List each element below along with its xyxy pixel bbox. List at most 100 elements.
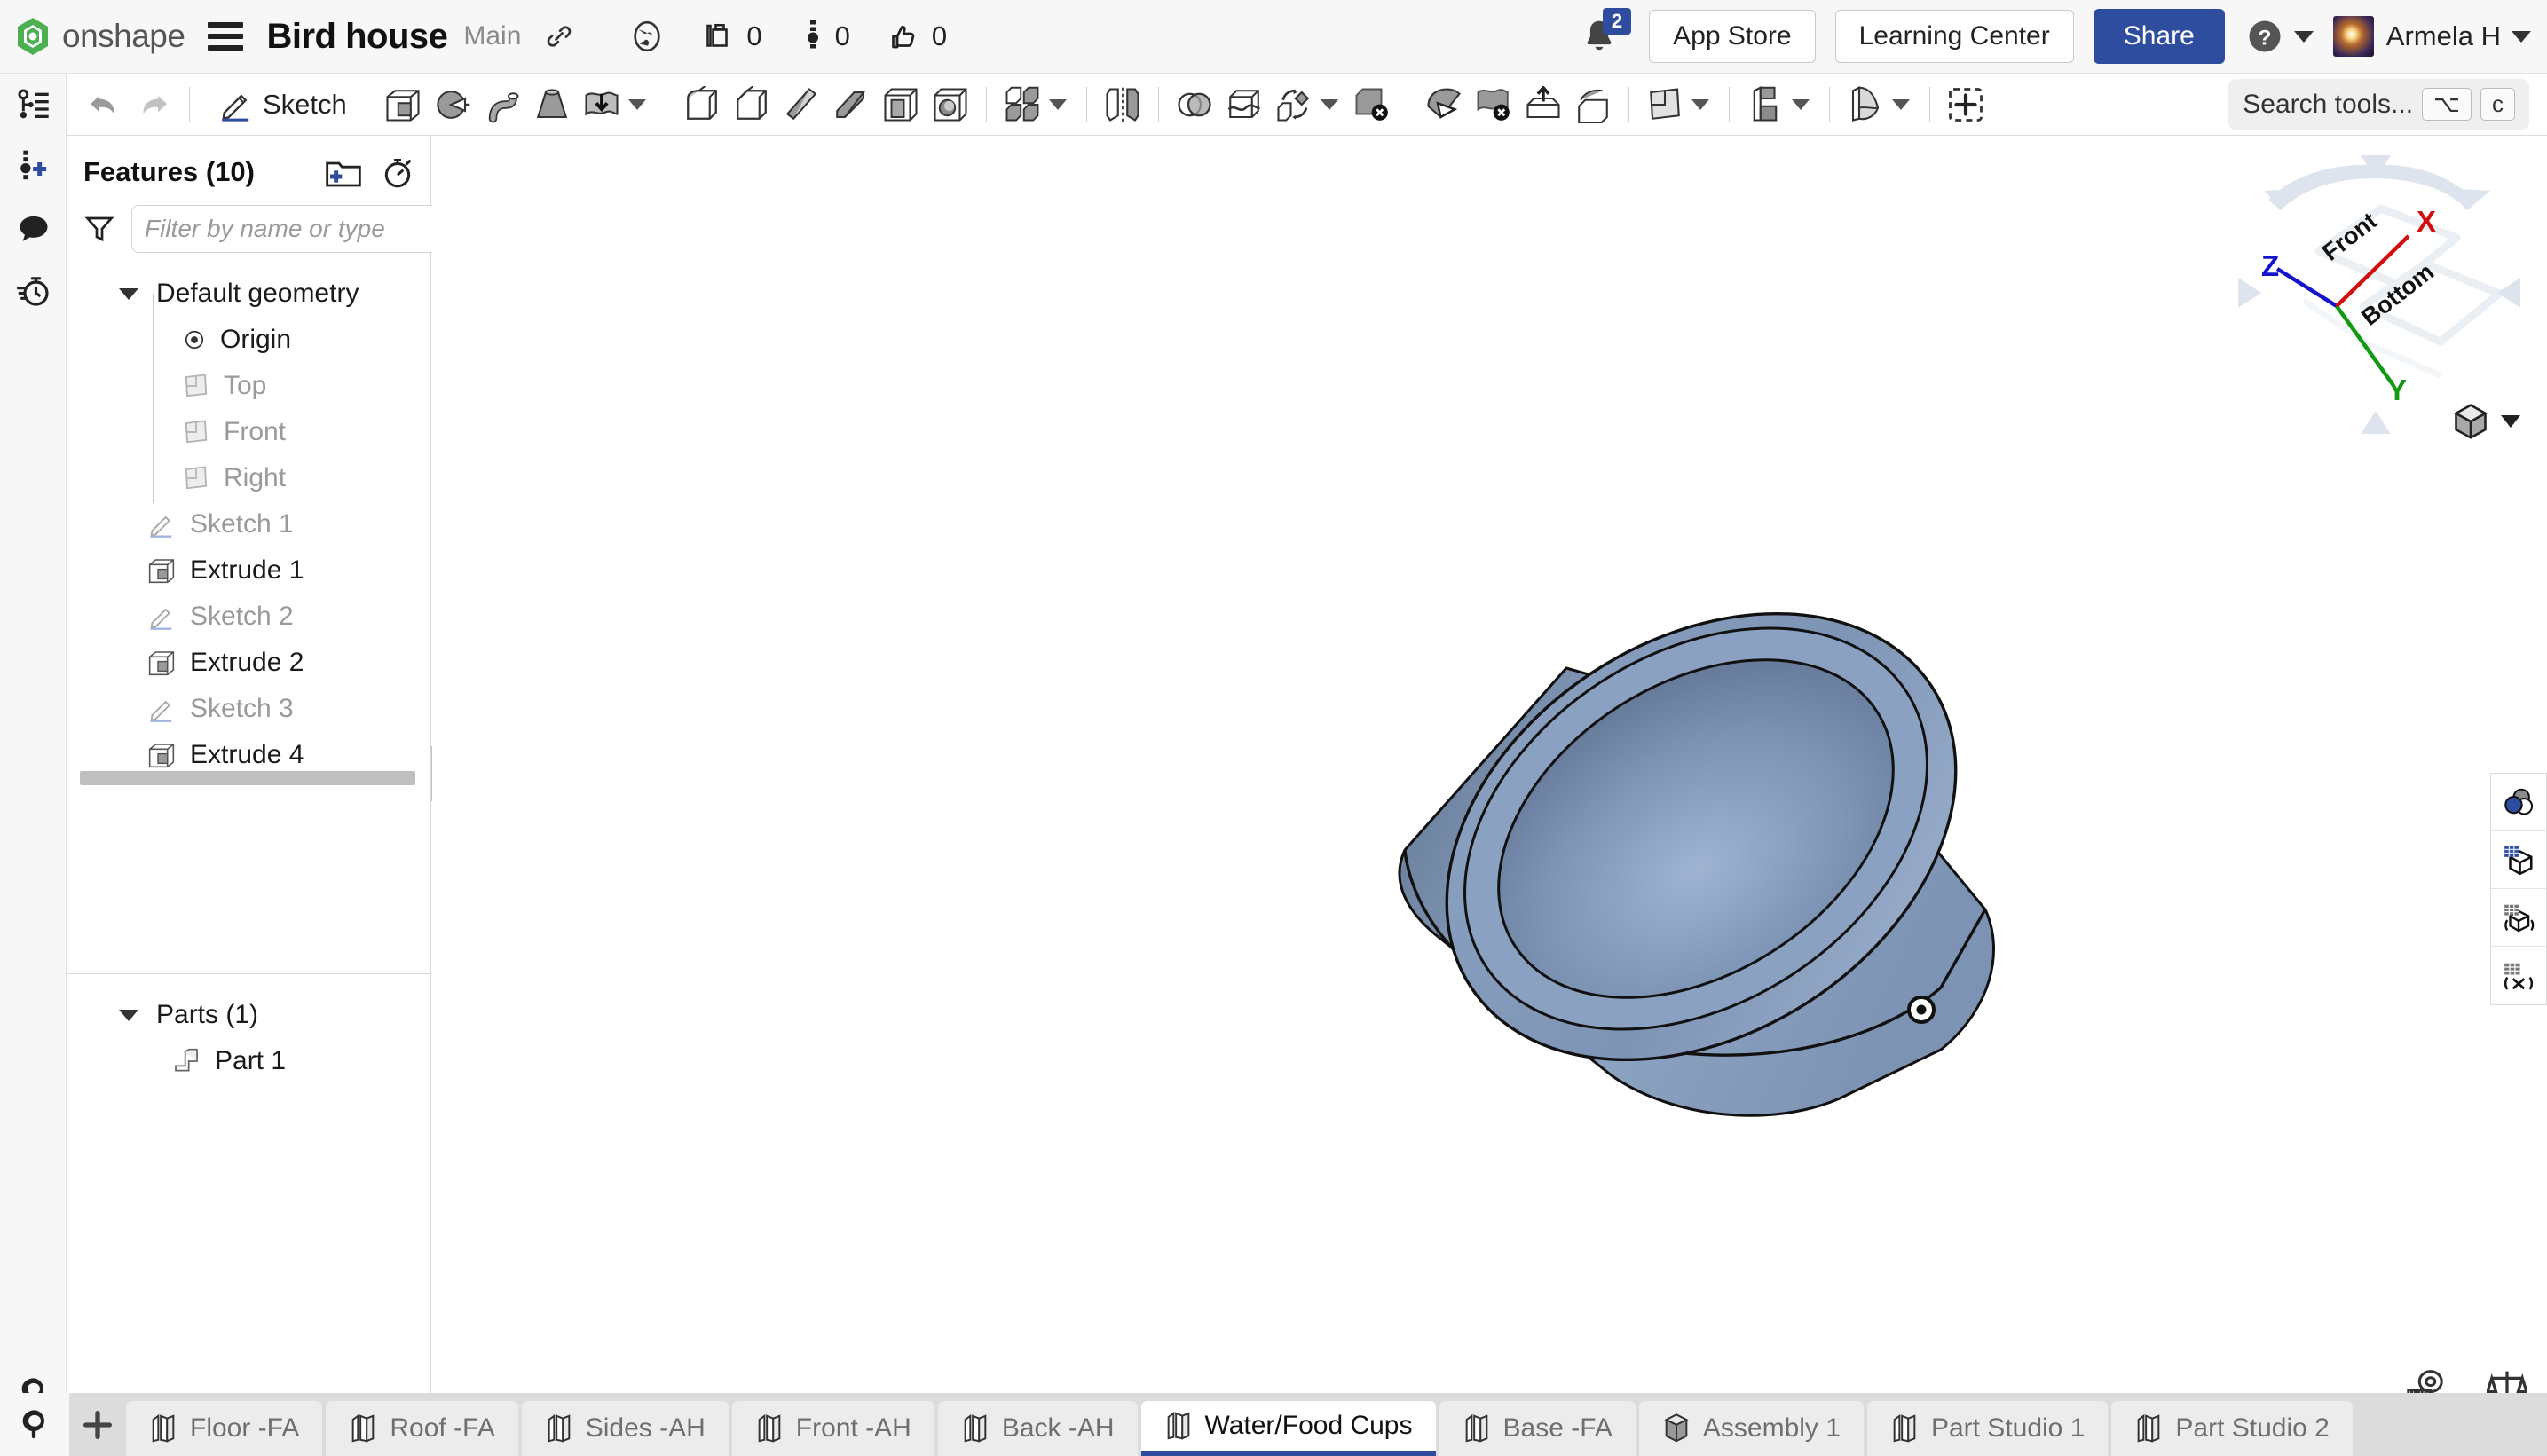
- likes-counter[interactable]: 0: [889, 20, 947, 52]
- sidebar-item-history[interactable]: [0, 260, 67, 322]
- tab-sides-ah[interactable]: Sides -AH: [522, 1401, 729, 1456]
- plane-chevron-down-icon[interactable]: [1691, 99, 1709, 110]
- add-tab-icon: [80, 1407, 115, 1443]
- variable-table-button[interactable]: [2491, 889, 2546, 947]
- tab-base-fa[interactable]: Base -FA: [1439, 1401, 1636, 1456]
- mirror-button[interactable]: [1098, 78, 1147, 131]
- cup-part-model[interactable]: [432, 136, 2547, 1421]
- parts-section-title: Parts (1): [156, 1000, 258, 1030]
- view-cube-face-front[interactable]: Front: [2317, 208, 2382, 266]
- tab-back-ah[interactable]: Back -AH: [938, 1401, 1138, 1456]
- tree-item-sketch-3[interactable]: Sketch 3: [67, 686, 430, 732]
- search-tools-button[interactable]: Search tools... ⌥ c: [2228, 79, 2529, 130]
- tree-item-front-plane[interactable]: Front: [67, 409, 430, 455]
- chamfer-button[interactable]: [727, 78, 777, 131]
- sidebar-item-comments[interactable]: [0, 198, 67, 260]
- sidebar-item-feature-list[interactable]: [0, 74, 67, 136]
- tree-item-sketch-2[interactable]: Sketch 2: [67, 594, 430, 640]
- rib-button[interactable]: [826, 78, 876, 131]
- features-filter-input[interactable]: [131, 205, 482, 253]
- view-mode-selector[interactable]: [2451, 402, 2520, 441]
- view-cube-widget[interactable]: X Z Y Front Bottom: [2235, 145, 2527, 446]
- workspace-name[interactable]: Main: [463, 21, 521, 51]
- tree-item-top-plane[interactable]: Top: [67, 363, 430, 409]
- tab-roof-fa[interactable]: Roof -FA: [326, 1401, 517, 1456]
- sketch-button[interactable]: Sketch: [201, 87, 356, 122]
- display-state-button[interactable]: [2491, 831, 2546, 889]
- sheet-metal-button[interactable]: [1740, 78, 1790, 131]
- tab-search-button[interactable]: [0, 1393, 69, 1456]
- split-button[interactable]: [1219, 78, 1269, 131]
- move-face-button[interactable]: [1419, 78, 1469, 131]
- delete-face-button[interactable]: [1469, 78, 1518, 131]
- tab-floor-fa[interactable]: Floor -FA: [126, 1401, 322, 1456]
- fillet-button[interactable]: [677, 78, 727, 131]
- boolean-button[interactable]: [1170, 78, 1219, 131]
- tab-part-studio-1[interactable]: Part Studio 1: [1867, 1401, 2108, 1456]
- tree-item-origin[interactable]: Origin: [67, 317, 430, 363]
- measure-time-icon[interactable]: [381, 155, 414, 189]
- add-tab-button[interactable]: [69, 1393, 126, 1456]
- extrude-button[interactable]: [378, 78, 428, 131]
- tab-front-ah[interactable]: Front -AH: [732, 1401, 934, 1456]
- tree-item-right-plane[interactable]: Right: [67, 455, 430, 501]
- link-icon[interactable]: [544, 21, 574, 51]
- brand-logo[interactable]: onshape: [12, 16, 185, 57]
- enclose-button[interactable]: [1568, 78, 1618, 131]
- tab-water-food-cups[interactable]: Water/Food Cups: [1141, 1401, 1436, 1456]
- pattern-chevron-down-icon[interactable]: [1049, 99, 1067, 110]
- graphics-viewport[interactable]: X Z Y Front Bottom: [432, 136, 2547, 1421]
- versions-counter[interactable]: 0: [801, 20, 850, 52]
- equation-table-button[interactable]: [2491, 947, 2546, 1004]
- pattern-button[interactable]: [998, 78, 1047, 131]
- delete-part-button[interactable]: [1347, 78, 1397, 131]
- loft-button[interactable]: [527, 78, 577, 131]
- hamburger-menu-icon[interactable]: [208, 22, 243, 51]
- learning-center-button[interactable]: Learning Center: [1835, 10, 2074, 63]
- tree-item-extrude-1[interactable]: Extrude 1: [67, 547, 430, 594]
- view-mode-chevron-down-icon[interactable]: [2501, 415, 2520, 428]
- notification-bell-icon[interactable]: 2: [1580, 17, 1619, 56]
- undo-button[interactable]: [79, 78, 129, 131]
- document-title: Bird house: [266, 17, 447, 57]
- parts-list-item-part-1[interactable]: Part 1: [67, 1038, 431, 1084]
- redo-button[interactable]: [129, 78, 178, 131]
- shell-button[interactable]: [876, 78, 926, 131]
- user-name[interactable]: Armela H: [2386, 20, 2501, 52]
- sheetmetal-chevron-down-icon[interactable]: [1792, 99, 1810, 110]
- app-store-button[interactable]: App Store: [1649, 10, 1815, 63]
- add-custom-feature-button[interactable]: [1941, 78, 1991, 131]
- tab-label: Part Studio 1: [1931, 1413, 2085, 1444]
- revolve-button[interactable]: [428, 78, 477, 131]
- tree-item-extrude-2[interactable]: Extrude 2: [67, 640, 430, 686]
- parts-section-header[interactable]: Parts (1): [67, 992, 431, 1038]
- origin-point-marker[interactable]: [1909, 997, 1934, 1022]
- help-menu[interactable]: ?: [2246, 18, 2314, 55]
- globe-icon[interactable]: [629, 19, 665, 54]
- rollback-bar[interactable]: [80, 771, 415, 785]
- sketch-pencil-icon: [218, 87, 254, 122]
- avatar[interactable]: [2333, 16, 2374, 57]
- surface-button[interactable]: [1841, 78, 1890, 131]
- user-chevron-down-icon[interactable]: [2512, 31, 2531, 43]
- tree-item-sketch-1[interactable]: Sketch 1: [67, 501, 430, 547]
- share-button[interactable]: Share: [2094, 9, 2225, 64]
- hole-button[interactable]: [926, 78, 975, 131]
- appearance-button[interactable]: [2491, 774, 2546, 831]
- draft-button[interactable]: [777, 78, 826, 131]
- tree-item-default-geometry[interactable]: Default geometry: [67, 271, 430, 317]
- new-folder-icon[interactable]: [326, 157, 361, 187]
- copies-counter[interactable]: 0: [704, 20, 761, 52]
- surface-chevron-down-icon[interactable]: [1892, 99, 1910, 110]
- plane-button[interactable]: [1640, 78, 1690, 131]
- transform-chevron-down-icon[interactable]: [1321, 99, 1338, 110]
- tab-assembly-1[interactable]: Assembly 1: [1639, 1401, 1864, 1456]
- thicken-chevron-down-icon[interactable]: [628, 99, 646, 110]
- replace-face-button[interactable]: [1518, 78, 1568, 131]
- filter-funnel-icon[interactable]: [83, 213, 115, 245]
- tab-part-studio-2[interactable]: Part Studio 2: [2111, 1401, 2352, 1456]
- thicken-button[interactable]: [577, 78, 627, 131]
- transform-button[interactable]: [1269, 78, 1319, 131]
- sidebar-item-insert[interactable]: [0, 136, 67, 198]
- sweep-button[interactable]: [477, 78, 527, 131]
